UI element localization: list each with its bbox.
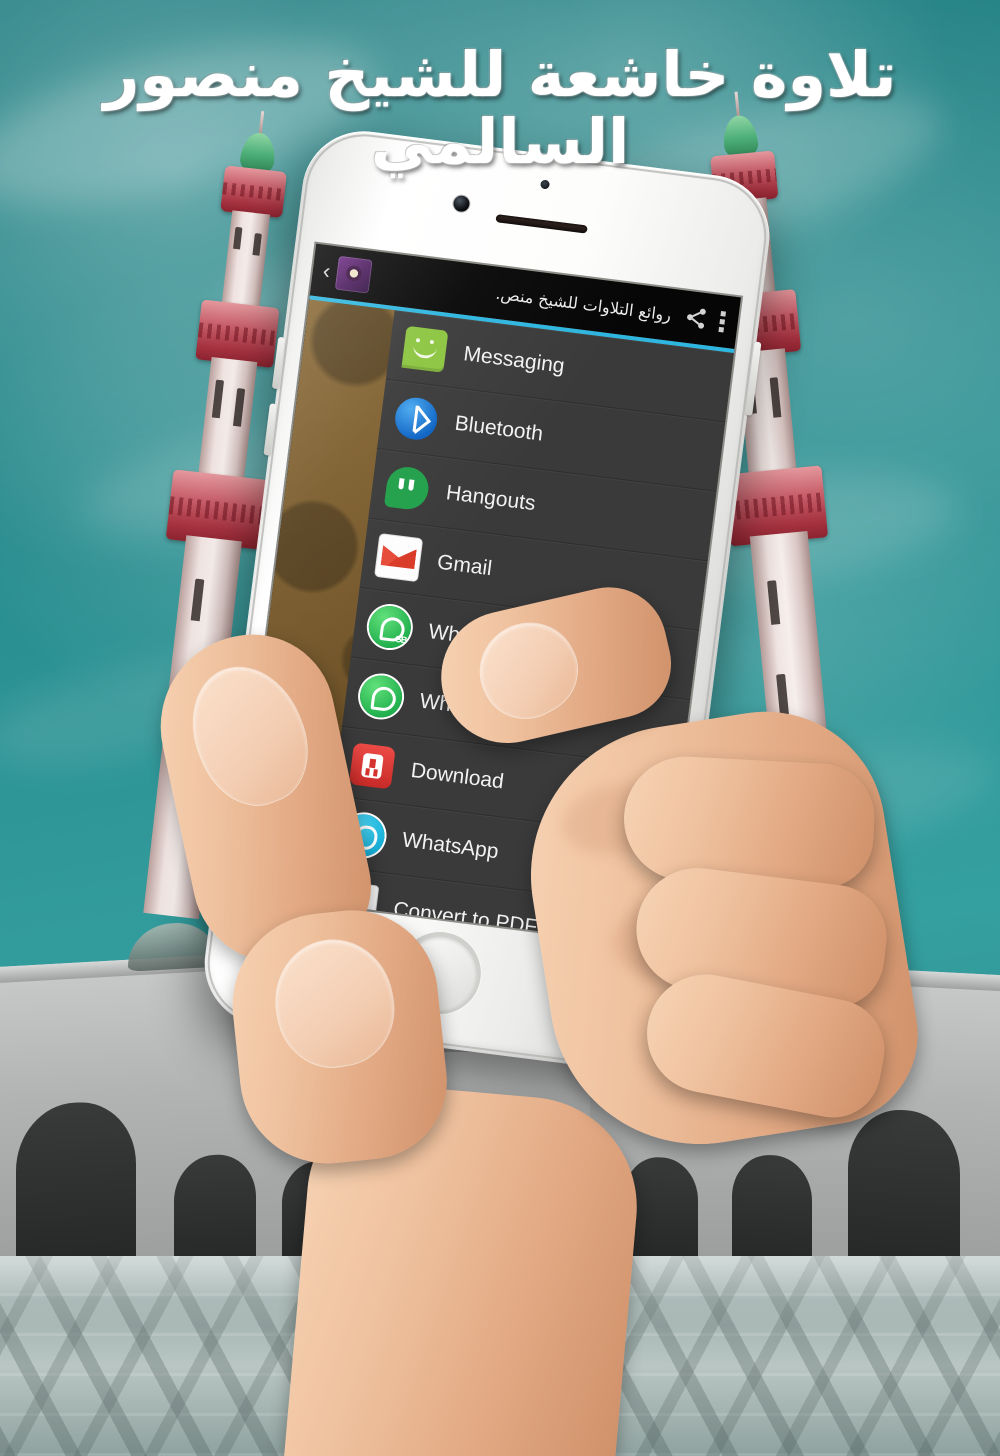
whatsapp-blue-icon <box>340 811 388 859</box>
share-target-label: WhatsApp <box>418 688 518 724</box>
shuffle-icon[interactable] <box>271 729 299 750</box>
gbwhatsapp-icon <box>366 603 414 651</box>
bluetooth-icon <box>392 394 440 442</box>
share-target-label: Messaging <box>462 341 566 378</box>
poster-canvas: تلاوة خاشعة للشيخ منصور السالمي ‹ روائع … <box>0 0 1000 1456</box>
whatsapp-icon <box>357 672 405 720</box>
download-icon <box>348 741 396 789</box>
share-target-label: WhatsApp <box>400 827 500 863</box>
phone-screen: ‹ روائع التلاوات للشيخ منص. 0:31 Messagi… <box>234 243 741 947</box>
messaging-icon <box>401 325 449 373</box>
share-target-label: Gmail <box>435 550 494 580</box>
hangouts-icon <box>383 464 431 512</box>
share-target-label: Download <box>409 758 506 793</box>
overflow-menu-icon[interactable] <box>714 310 733 333</box>
elapsed-time: 0:31 <box>262 756 305 784</box>
share-icon[interactable] <box>676 304 717 333</box>
share-target-label: Hangouts <box>444 480 537 515</box>
gmail-icon <box>375 533 423 581</box>
marble-courtyard-floor <box>0 1256 1000 1456</box>
courtyard-podium <box>352 1300 432 1348</box>
share-target-label: WhatsApp <box>427 619 527 655</box>
share-target-label: Bluetooth <box>453 411 545 446</box>
back-arrow-icon[interactable]: ‹ <box>318 258 334 284</box>
progress-bar[interactable] <box>254 792 337 809</box>
page-title: تلاوة خاشعة للشيخ منصور السالمي <box>103 38 898 178</box>
app-icon <box>335 255 374 294</box>
